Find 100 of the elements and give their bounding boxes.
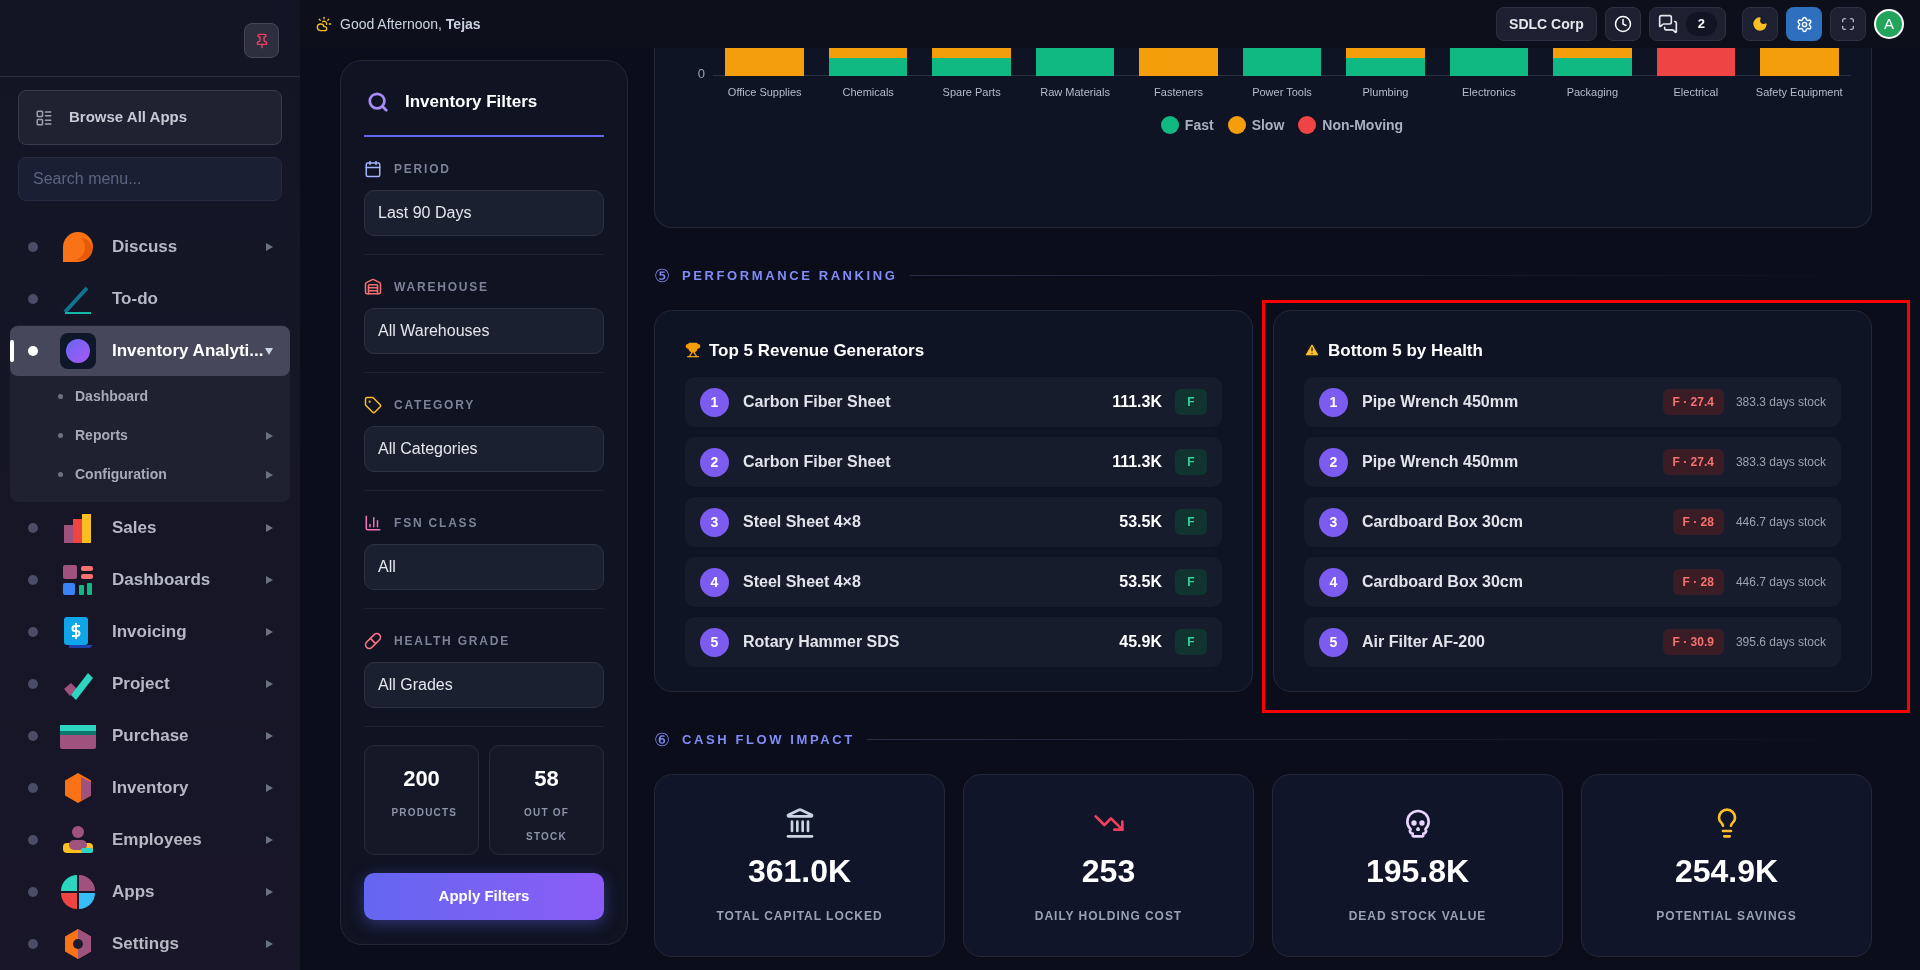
category-label: Office Supplies: [727, 85, 802, 100]
ranking-row[interactable]: 2 Pipe Wrench 450mm F · 27.4 383.3 days stock: [1304, 437, 1841, 487]
submenu-item[interactable]: Configuration: [10, 455, 290, 494]
revenue-value: 45.9K: [1119, 632, 1162, 652]
revenue-value: 53.5K: [1119, 512, 1162, 532]
weather-icon: [316, 16, 332, 32]
days-stock: 383.3 days stock: [1735, 454, 1826, 471]
caret-icon: [264, 242, 274, 252]
caret-icon: [264, 783, 274, 793]
ranking-row[interactable]: 5 Rotary Hammer SDS 45.9K F: [685, 617, 1222, 667]
days-stock: 446.7 days stock: [1735, 514, 1826, 531]
ranking-row[interactable]: 1 Pipe Wrench 450mm F · 27.4 383.3 days stock: [1304, 377, 1841, 427]
rank-badge: 3: [700, 507, 729, 537]
section-number: ⑥: [654, 730, 670, 749]
pin-button[interactable]: [244, 23, 279, 58]
filter-label: PERIOD: [394, 160, 451, 178]
search-icon: [367, 90, 389, 113]
product-name: Pipe Wrench 450mm: [1362, 452, 1520, 472]
trophy-icon: [685, 342, 701, 359]
metric-label: TOTAL CAPITAL LOCKED: [716, 907, 883, 925]
category-label: Power Tools: [1252, 85, 1312, 100]
company-button[interactable]: SDLC Corp: [1496, 7, 1597, 41]
ranking-row[interactable]: 4 Cardboard Box 30cm F · 28 446.7 days stock: [1304, 557, 1841, 607]
product-name: Steel Sheet 4×8: [743, 572, 862, 592]
filter-select[interactable]: All Grades: [364, 661, 604, 708]
rank-badge: 4: [1319, 567, 1348, 597]
caret-icon: [264, 469, 274, 480]
sidebar-item[interactable]: Employees: [10, 815, 290, 865]
sidebar-item[interactable]: Invoicing: [10, 607, 290, 657]
metric-value: 254.9K: [1674, 854, 1779, 887]
sidebar-item[interactable]: To-do: [10, 274, 290, 324]
section-title: CASH FLOW IMPACT: [682, 731, 855, 749]
dashboard-grid-icon: [61, 563, 95, 597]
sidebar-item[interactable]: Discuss: [10, 222, 290, 272]
greeting-text: Good Afternoon, Tejas: [340, 14, 481, 34]
product-name: Pipe Wrench 450mm: [1362, 392, 1520, 412]
metric-label: POTENTIAL SAVINGS: [1656, 907, 1797, 925]
apply-filters-button[interactable]: Apply Filters: [364, 872, 604, 920]
list-icon: [35, 108, 53, 127]
messages-button[interactable]: 2: [1648, 7, 1726, 41]
filters-title: Inventory Filters: [405, 91, 538, 113]
axis-tick-label: 0: [697, 64, 705, 83]
ranking-row[interactable]: 3 Steel Sheet 4×8 53.5K F: [685, 497, 1222, 547]
category-label: Packaging: [1566, 85, 1619, 100]
rank-badge: 5: [1319, 627, 1348, 657]
sidebar-item[interactable]: Apps: [10, 867, 290, 917]
days-stock: 383.3 days stock: [1735, 394, 1826, 411]
bar-chart-icon: [364, 513, 382, 532]
section-number: ⑤: [654, 266, 670, 285]
submenu-item[interactable]: Dashboard: [10, 377, 290, 416]
ranking-row[interactable]: 4 Steel Sheet 4×8 53.5K F: [685, 557, 1222, 607]
sidebar-item[interactable]: Inventory: [10, 763, 290, 813]
apps-circle-icon: [60, 874, 96, 910]
browse-apps-button[interactable]: Browse All Apps: [18, 90, 282, 145]
category-label: Raw Materials: [1040, 85, 1110, 100]
caret-icon: [264, 731, 274, 741]
card-title: Bottom 5 by Health: [1328, 339, 1483, 362]
ranking-row[interactable]: 2 Carbon Fiber Sheet 111.3K F: [685, 437, 1222, 487]
filter-select[interactable]: All: [364, 543, 604, 590]
metric-value: 195.8K: [1365, 854, 1470, 887]
filter-label: HEALTH GRADE: [394, 632, 511, 650]
ranking-row[interactable]: 1 Carbon Fiber Sheet 111.3K F: [685, 377, 1222, 427]
legend-label: Fast: [1184, 115, 1214, 135]
stat-label: OUT OF STOCK: [523, 805, 570, 844]
category-label: Fasteners: [1154, 85, 1203, 100]
moon-icon: [1752, 16, 1768, 32]
clock-icon: [1613, 15, 1632, 33]
caret-icon: [264, 887, 274, 897]
product-name: Rotary Hammer SDS: [743, 632, 901, 652]
section-title: PERFORMANCE RANKING: [682, 267, 898, 285]
product-name: Carbon Fiber Sheet: [743, 392, 892, 412]
sidebar-item[interactable]: Settings: [10, 919, 290, 969]
health-score: F · 28: [1672, 569, 1724, 595]
rank-badge: 1: [1319, 387, 1348, 417]
health-score: F · 27.4: [1662, 389, 1724, 415]
filter-label: CATEGORY: [394, 396, 476, 414]
sidebar-item[interactable]: Dashboards: [10, 555, 290, 605]
sidebar-item[interactable]: Project: [10, 659, 290, 709]
caret-icon: [264, 835, 274, 845]
history-button[interactable]: [1604, 7, 1641, 41]
product-name: Cardboard Box 30cm: [1362, 572, 1524, 592]
filter-select[interactable]: Last 90 Days: [364, 189, 604, 236]
rank-badge: 2: [1319, 447, 1348, 477]
sidebar-item[interactable]: Sales: [10, 503, 290, 553]
revenue-value: 111.3K: [1112, 392, 1162, 412]
sidebar-item[interactable]: Inventory Analyti...: [10, 326, 290, 376]
fsn-grade: F: [1175, 569, 1207, 595]
search-field[interactable]: Search menu...: [18, 157, 282, 201]
ranking-row[interactable]: 5 Air Filter AF-200 F · 30.9 395.6 days stock: [1304, 617, 1841, 667]
ranking-row[interactable]: 3 Cardboard Box 30cm F · 28 446.7 days stock: [1304, 497, 1841, 547]
legend-label: Non-Moving: [1322, 115, 1404, 135]
fullscreen-button[interactable]: [1830, 7, 1866, 41]
theme-button[interactable]: [1742, 7, 1778, 41]
filter-select[interactable]: All Warehouses: [364, 307, 604, 354]
submenu-item[interactable]: Reports: [10, 416, 290, 455]
sidebar-item[interactable]: Purchase: [10, 711, 290, 761]
category-label: Plumbing: [1362, 85, 1409, 100]
warning-icon: [1304, 342, 1320, 359]
filter-select[interactable]: All Categories: [364, 425, 604, 472]
settings-button[interactable]: [1786, 7, 1822, 41]
